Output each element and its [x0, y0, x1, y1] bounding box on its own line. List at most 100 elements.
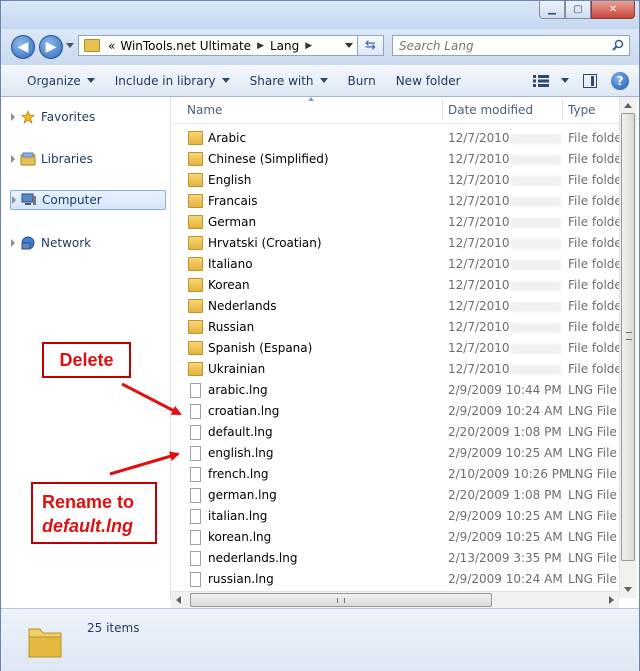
folder-row[interactable]: Ukrainian 12/7/2010 File folde — [171, 359, 622, 380]
item-type: File folde — [568, 152, 622, 166]
item-date-text: 2/9/2009 10:44 PM — [448, 383, 562, 397]
folder-icon — [188, 215, 203, 229]
nav-label-computer: Computer — [42, 193, 102, 207]
folder-row[interactable]: Russian 12/7/2010 File folde — [171, 317, 622, 338]
nav-label-favorites: Favorites — [41, 110, 96, 124]
view-options-icon[interactable] — [533, 74, 549, 87]
nav-label-network: Network — [41, 236, 92, 250]
folder-row[interactable]: Spanish (Espana) 12/7/2010 File folde — [171, 338, 622, 359]
maximize-button[interactable]: ▢ — [565, 1, 591, 19]
horizontal-scrollbar[interactable] — [171, 591, 619, 609]
back-button[interactable]: ◀ — [11, 35, 35, 59]
item-date: 2/20/2009 1:08 PM — [448, 425, 562, 439]
folder-row[interactable]: Chinese (Simplified) 12/7/2010 File folde — [171, 149, 622, 170]
folder-row[interactable]: Italiano 12/7/2010 File folde — [171, 254, 622, 275]
recent-pages-dropdown[interactable] — [66, 43, 74, 48]
nav-item-network[interactable]: Network — [11, 233, 91, 253]
folder-row[interactable]: Hrvatski (Croatian) 12/7/2010 File folde — [171, 233, 622, 254]
folder-icon — [188, 320, 203, 334]
breadcrumb-separator-icon[interactable]: ▶ — [305, 41, 312, 51]
burn-button[interactable]: Burn — [338, 65, 386, 96]
search-icon[interactable] — [612, 39, 624, 51]
item-type: File folde — [568, 173, 622, 187]
item-date-text: 2/9/2009 10:24 AM — [448, 572, 563, 586]
file-row[interactable]: korean.lng 2/9/2009 10:25 AM LNG File — [171, 527, 619, 548]
breadcrumb-lang[interactable]: Lang — [270, 39, 299, 53]
expand-arrow-icon[interactable] — [11, 239, 15, 247]
help-button[interactable]: ? — [611, 71, 629, 90]
include-in-library-button[interactable]: Include in library — [105, 65, 240, 96]
item-date-text: 12/7/2010 — [448, 341, 510, 355]
nav-item-computer[interactable]: Computer — [10, 190, 166, 210]
expand-arrow-icon[interactable] — [11, 155, 15, 163]
item-date-text: 12/7/2010 — [448, 194, 510, 208]
column-header-type[interactable]: Type — [568, 103, 596, 117]
item-name: Russian — [208, 320, 255, 334]
item-date-text: 12/7/2010 — [448, 131, 510, 145]
file-row[interactable]: russian.lng 2/9/2009 10:24 AM LNG File — [171, 569, 619, 590]
file-row[interactable]: french.lng 2/10/2009 10:26 PM LNG File — [171, 464, 619, 485]
organize-label: Organize — [27, 73, 81, 88]
item-type: File folde — [568, 362, 622, 376]
scroll-up-icon[interactable] — [624, 103, 632, 108]
item-date: 12/7/2010 — [448, 194, 561, 208]
minimize-button[interactable]: ▁ — [539, 1, 565, 19]
item-date: 12/7/2010 — [448, 320, 561, 334]
rename-callout-line1: Rename to — [42, 492, 135, 512]
close-button[interactable]: ✕ — [591, 1, 635, 19]
file-row[interactable]: nederlands.lng 2/13/2009 3:35 PM LNG File — [171, 548, 619, 569]
new-folder-button[interactable]: New folder — [386, 65, 471, 96]
share-with-button[interactable]: Share with — [240, 65, 338, 96]
item-name: Francais — [208, 194, 258, 208]
scroll-thumb[interactable] — [621, 113, 635, 561]
item-type: File folde — [568, 194, 622, 208]
scroll-right-icon[interactable] — [609, 596, 614, 604]
file-row[interactable]: english.lng 2/9/2009 10:25 AM LNG File — [171, 443, 619, 464]
column-header-name[interactable]: Name — [187, 103, 222, 117]
column-divider[interactable] — [442, 99, 443, 121]
scroll-left-icon[interactable] — [176, 596, 181, 604]
vertical-scrollbar[interactable] — [619, 97, 637, 598]
organize-button[interactable]: Organize — [1, 65, 105, 96]
folder-row[interactable]: Nederlands 12/7/2010 File folde — [171, 296, 622, 317]
column-header-date[interactable]: Date modified — [448, 103, 533, 117]
file-row[interactable]: german.lng 2/20/2009 1:08 PM LNG File — [171, 485, 619, 506]
expand-arrow-icon[interactable] — [12, 196, 16, 204]
item-date-text: 12/7/2010 — [448, 215, 510, 229]
search-input[interactable] — [397, 37, 601, 54]
item-type: LNG File — [568, 488, 617, 502]
nav-item-favorites[interactable]: Favorites — [11, 107, 95, 127]
scroll-thumb[interactable] — [190, 593, 492, 607]
address-bar[interactable]: « WinTools.net Ultimate ▶ Lang ▶ — [78, 35, 358, 56]
preview-pane-button[interactable] — [583, 73, 597, 88]
file-row[interactable]: default.lng 2/20/2009 1:08 PM LNG File — [171, 422, 619, 443]
column-divider[interactable] — [562, 99, 563, 121]
address-overflow-chevron[interactable]: « — [108, 39, 115, 53]
burn-label: Burn — [347, 73, 376, 88]
forward-button[interactable]: ▶ — [39, 35, 63, 59]
folder-row[interactable]: German 12/7/2010 File folde — [171, 212, 622, 233]
address-dropdown-icon[interactable] — [345, 43, 353, 48]
nav-item-libraries[interactable]: Libraries — [11, 149, 93, 169]
file-row[interactable]: italian.lng 2/9/2009 10:25 AM LNG File — [171, 506, 619, 527]
navigation-bar: ◀ ▶ « WinTools.net Ultimate ▶ Lang ▶ ⇆ — [1, 29, 639, 65]
folder-row[interactable]: Francais 12/7/2010 File folde — [171, 191, 622, 212]
folder-row[interactable]: Korean 12/7/2010 File folde — [171, 275, 622, 296]
file-icon — [190, 446, 201, 461]
view-dropdown[interactable] — [555, 65, 569, 96]
file-row[interactable]: arabic.lng 2/9/2009 10:44 PM LNG File — [171, 380, 619, 401]
network-icon — [21, 236, 35, 250]
refresh-icon: ⇆ — [365, 38, 376, 53]
refresh-button[interactable]: ⇆ — [358, 35, 384, 56]
expand-arrow-icon[interactable] — [11, 113, 15, 121]
folder-row[interactable]: English 12/7/2010 File folde — [171, 170, 622, 191]
item-date-text: 12/7/2010 — [448, 299, 510, 313]
folder-row[interactable]: Arabic 12/7/2010 File folde — [171, 128, 622, 149]
breadcrumb-separator-icon[interactable]: ▶ — [257, 41, 264, 51]
search-box[interactable] — [392, 35, 630, 56]
file-icon — [190, 572, 201, 587]
item-date-text: 12/7/2010 — [448, 362, 510, 376]
scroll-down-icon[interactable] — [624, 587, 632, 592]
file-row[interactable]: croatian.lng 2/9/2009 10:24 AM LNG File — [171, 401, 619, 422]
breadcrumb-wintools[interactable]: WinTools.net Ultimate — [120, 39, 251, 53]
